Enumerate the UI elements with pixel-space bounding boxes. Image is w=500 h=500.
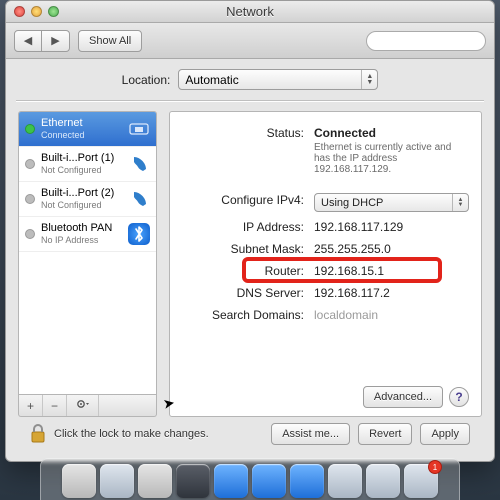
ip-address-label: IP Address: (182, 220, 304, 234)
minimize-button[interactable] (31, 6, 42, 17)
dns-server-label: DNS Server: (182, 286, 304, 300)
dock-item-messages[interactable] (290, 464, 324, 498)
sidebar-item-sublabel: Not Configured (41, 164, 122, 176)
router-label: Router: (182, 264, 304, 278)
zoom-button[interactable] (48, 6, 59, 17)
sidebar-item-label: Ethernet (41, 117, 122, 129)
dock-item-mail[interactable] (252, 464, 286, 498)
dns-server-value: 192.168.117.2 (314, 286, 469, 300)
interfaces-sidebar: Ethernet Connected Built-i...Port (1) No… (18, 111, 157, 417)
window-titlebar[interactable]: Network (6, 1, 494, 23)
updown-icon: ▲▼ (452, 194, 468, 211)
window-title: Network (6, 4, 494, 19)
search-input[interactable] (377, 34, 500, 48)
dock-item-finder[interactable] (62, 464, 96, 498)
assist-me-button[interactable]: Assist me... (271, 423, 350, 445)
preferences-toolbar: ◀ ▶ Show All (6, 23, 494, 59)
phone-icon (128, 153, 150, 175)
traffic-lights (14, 6, 59, 17)
window-footer: Click the lock to make changes. Assist m… (18, 417, 482, 455)
sidebar-item-label: Built-i...Port (2) (41, 187, 122, 199)
configure-ipv4-value: Using DHCP (321, 197, 383, 209)
status-description: Ethernet is currently active and has the… (314, 142, 469, 175)
search-field[interactable] (366, 31, 486, 51)
sidebar-item-label: Bluetooth PAN (41, 222, 122, 234)
sidebar-item-sublabel: Not Configured (41, 199, 122, 211)
dock-item-safari[interactable] (214, 464, 248, 498)
dock-badge: 1 (428, 460, 442, 474)
network-preferences-window: Network ◀ ▶ Show All Location: Automatic… (5, 0, 495, 462)
interface-details: Status: Connected Ethernet is currently … (169, 111, 482, 417)
dock: 1 (40, 458, 460, 500)
close-button[interactable] (14, 6, 25, 17)
bluetooth-icon (128, 223, 150, 245)
dock-item-calendar[interactable] (366, 464, 400, 498)
add-interface-button[interactable]: + (19, 395, 43, 416)
dock-item-launchpad[interactable] (100, 464, 134, 498)
router-value: 192.168.15.1 (314, 264, 469, 278)
status-dot-icon (25, 159, 35, 169)
dock-item-contacts[interactable] (328, 464, 362, 498)
search-domains-label: Search Domains: (182, 308, 304, 322)
search-domains-value: localdomain (314, 308, 469, 322)
ethernet-icon (128, 118, 150, 140)
sidebar-item-sublabel: Connected (41, 129, 122, 141)
separator (16, 100, 484, 101)
subnet-mask-label: Subnet Mask: (182, 242, 304, 256)
status-dot-icon (25, 194, 35, 204)
lock-text: Click the lock to make changes. (54, 428, 209, 440)
remove-interface-button[interactable]: − (43, 395, 67, 416)
status-label: Status: (182, 126, 304, 140)
dock-item-app-store[interactable] (176, 464, 210, 498)
configure-ipv4-label: Configure IPv4: (182, 193, 304, 207)
sidebar-item-modem-2[interactable]: Built-i...Port (2) Not Configured (19, 182, 156, 217)
action-menu-button[interactable] (67, 395, 99, 416)
sidebar-item-sublabel: No IP Address (41, 234, 122, 246)
sidebar-item-label: Built-i...Port (1) (41, 152, 122, 164)
status-value: Connected (314, 126, 469, 140)
sidebar-footer: + − (18, 395, 157, 417)
location-label: Location: (122, 73, 171, 87)
nav-segment: ◀ ▶ (14, 30, 70, 52)
revert-button[interactable]: Revert (358, 423, 412, 445)
help-button[interactable]: ? (449, 387, 469, 407)
gear-icon (76, 398, 90, 413)
lock-icon[interactable] (30, 424, 46, 444)
phone-icon (128, 188, 150, 210)
show-all-button[interactable]: Show All (78, 30, 142, 52)
ip-address-value: 192.168.117.129 (314, 220, 469, 234)
status-dot-icon (25, 124, 35, 134)
configure-ipv4-select[interactable]: Using DHCP ▲▼ (314, 193, 469, 212)
dock-item-mission-control[interactable] (138, 464, 172, 498)
dock-item-settings[interactable]: 1 (404, 464, 438, 498)
interfaces-list: Ethernet Connected Built-i...Port (1) No… (18, 111, 157, 395)
updown-icon: ▲▼ (361, 70, 377, 89)
back-button[interactable]: ◀ (14, 30, 42, 52)
subnet-mask-value: 255.255.255.0 (314, 242, 469, 256)
content-area: Location: Automatic ▲▼ Ethernet Connecte… (6, 59, 494, 461)
sidebar-item-bluetooth[interactable]: Bluetooth PAN No IP Address (19, 217, 156, 252)
sidebar-item-ethernet[interactable]: Ethernet Connected (19, 112, 156, 147)
location-value: Automatic (185, 73, 238, 87)
forward-button[interactable]: ▶ (42, 30, 70, 52)
sidebar-item-modem-1[interactable]: Built-i...Port (1) Not Configured (19, 147, 156, 182)
location-row: Location: Automatic ▲▼ (18, 69, 482, 90)
apply-button[interactable]: Apply (420, 423, 470, 445)
status-dot-icon (25, 229, 35, 239)
location-select[interactable]: Automatic ▲▼ (178, 69, 378, 90)
advanced-button[interactable]: Advanced... (363, 386, 443, 408)
